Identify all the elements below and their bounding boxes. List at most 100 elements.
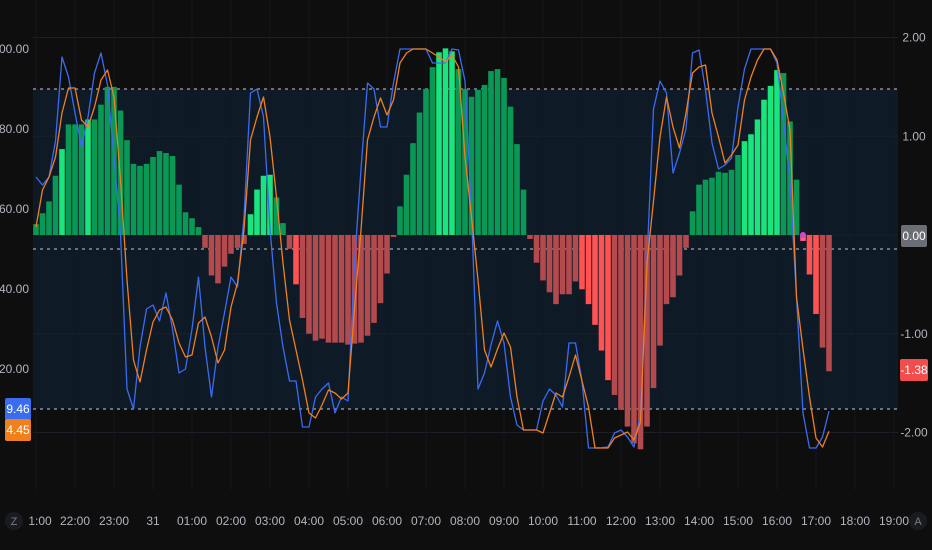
histogram-bar [234, 235, 241, 248]
time-axis-label: 14:00 [684, 514, 714, 528]
chart-container[interactable]: 100.00 80.00 60.00 40.00 20.00 2.00 1.00 -1.00… [0, 0, 932, 550]
histogram-bar [325, 235, 332, 343]
histogram-bar [533, 235, 540, 263]
time-axis-label: 01:00 [177, 514, 207, 528]
histogram-bar [553, 235, 559, 305]
a-button-label[interactable]: A [914, 516, 922, 528]
right-axis-tick-label: 1.00 [902, 129, 926, 143]
time-axis-label: 04:00 [294, 514, 324, 528]
fast-line-last-value-badge: 9.46 [6, 402, 30, 416]
time-axis-label: 22:00 [60, 514, 90, 528]
time-axis-label: 09:00 [489, 514, 519, 528]
histogram-bar [611, 235, 618, 395]
histogram-bar [306, 235, 312, 334]
time-axis-label: 17:00 [801, 514, 831, 528]
histogram-bar [689, 211, 696, 235]
histogram-bar [793, 179, 800, 235]
histogram-bar [657, 235, 663, 346]
histogram-bar [208, 235, 215, 276]
histogram-bar [423, 88, 429, 235]
histogram-bar [91, 119, 98, 235]
histogram-bar [286, 235, 293, 249]
histogram-bar [696, 184, 702, 235]
oscillator-chart[interactable]: 100.00 80.00 60.00 40.00 20.00 2.00 1.00 -1.00… [0, 0, 932, 550]
time-axis-label: 11:00 [567, 514, 596, 528]
histogram-bar [748, 134, 754, 235]
histogram-bar [176, 184, 182, 235]
histogram-bar [72, 124, 78, 235]
histogram-bar [527, 235, 533, 239]
histogram-bar [741, 141, 748, 235]
auto-scale-right-button[interactable]: A [909, 512, 927, 530]
histogram-bar [826, 235, 832, 372]
histogram-bar [819, 235, 826, 348]
histogram-bar [195, 227, 202, 235]
time-axis-label: 10:00 [528, 514, 558, 528]
histogram-bar [124, 140, 130, 235]
histogram-bar [676, 235, 683, 276]
left-axis[interactable]: 100.00 80.00 60.00 40.00 20.00 [0, 42, 29, 376]
histogram-bar [442, 48, 449, 235]
histogram-bar [631, 235, 637, 444]
histogram-bar [312, 235, 319, 341]
histogram-bar [650, 235, 657, 389]
histogram-bar [390, 235, 397, 237]
histogram-bar [150, 156, 156, 235]
histogram-bar [189, 218, 195, 235]
histogram-bar [65, 124, 72, 235]
auto-scale-left-button[interactable]: Z [5, 512, 23, 530]
signal-marker [800, 232, 806, 238]
histogram-bar [410, 143, 416, 235]
histogram-bar [722, 172, 728, 235]
time-axis-label: 06:00 [372, 514, 402, 528]
histogram-bar [299, 235, 306, 318]
z-button-label[interactable]: Z [11, 516, 18, 528]
histogram-bar [663, 235, 670, 305]
histogram-bar [767, 85, 774, 235]
time-axis-label: 23:00 [99, 514, 129, 528]
histogram-bar [247, 214, 254, 235]
time-axis-label: 12:00 [606, 514, 636, 528]
time-axis-label: 03:00 [255, 514, 285, 528]
histogram-bar [572, 235, 579, 282]
histogram-bar [813, 235, 819, 314]
histogram-bar [728, 169, 735, 235]
histogram-bar [754, 119, 761, 235]
histogram-bar [163, 153, 169, 235]
histogram-bar [345, 235, 351, 345]
histogram-bar [540, 235, 546, 281]
time-axis-label: 07:00 [411, 514, 441, 528]
histogram-bar [332, 235, 338, 343]
histogram-bar [169, 156, 176, 235]
histogram-bar [384, 235, 390, 274]
time-axis-label: 16:00 [762, 514, 792, 528]
time-axis-label: 1:00 [28, 514, 52, 528]
time-axis[interactable]: 1:00 22:00 23:00 31 01:00 02:00 03:00 04:00 05:0… [28, 514, 909, 528]
histogram-bar [260, 175, 267, 235]
time-axis-label: 31 [146, 514, 160, 528]
left-axis-tick-label: 20.00 [0, 362, 29, 376]
time-axis-label: 02:00 [216, 514, 246, 528]
right-axis-tick-label: -1.00 [900, 327, 928, 341]
histogram-bar [377, 235, 384, 304]
histogram-bar [416, 112, 423, 235]
histogram-bar [735, 155, 741, 235]
histogram-bar [683, 235, 689, 248]
time-axis-label: 13:00 [645, 514, 675, 528]
histogram-bar [130, 163, 137, 235]
histogram-bar [546, 235, 553, 293]
right-axis-tick-label: -2.00 [900, 426, 928, 440]
histogram-bar [143, 163, 150, 235]
histogram-bar [228, 235, 234, 254]
histogram-bar [559, 235, 566, 295]
histogram-bar [494, 69, 501, 235]
histogram-bar [293, 235, 299, 285]
slow-line-last-value-badge: 4.45 [6, 423, 30, 437]
histogram-bar [481, 84, 488, 236]
histogram-bar [579, 235, 585, 290]
left-axis-tick-label: 80.00 [0, 122, 29, 136]
histogram-bar [488, 71, 494, 235]
histogram-bar [221, 235, 228, 267]
histogram-bar [202, 235, 208, 248]
histogram-bar [501, 77, 507, 235]
